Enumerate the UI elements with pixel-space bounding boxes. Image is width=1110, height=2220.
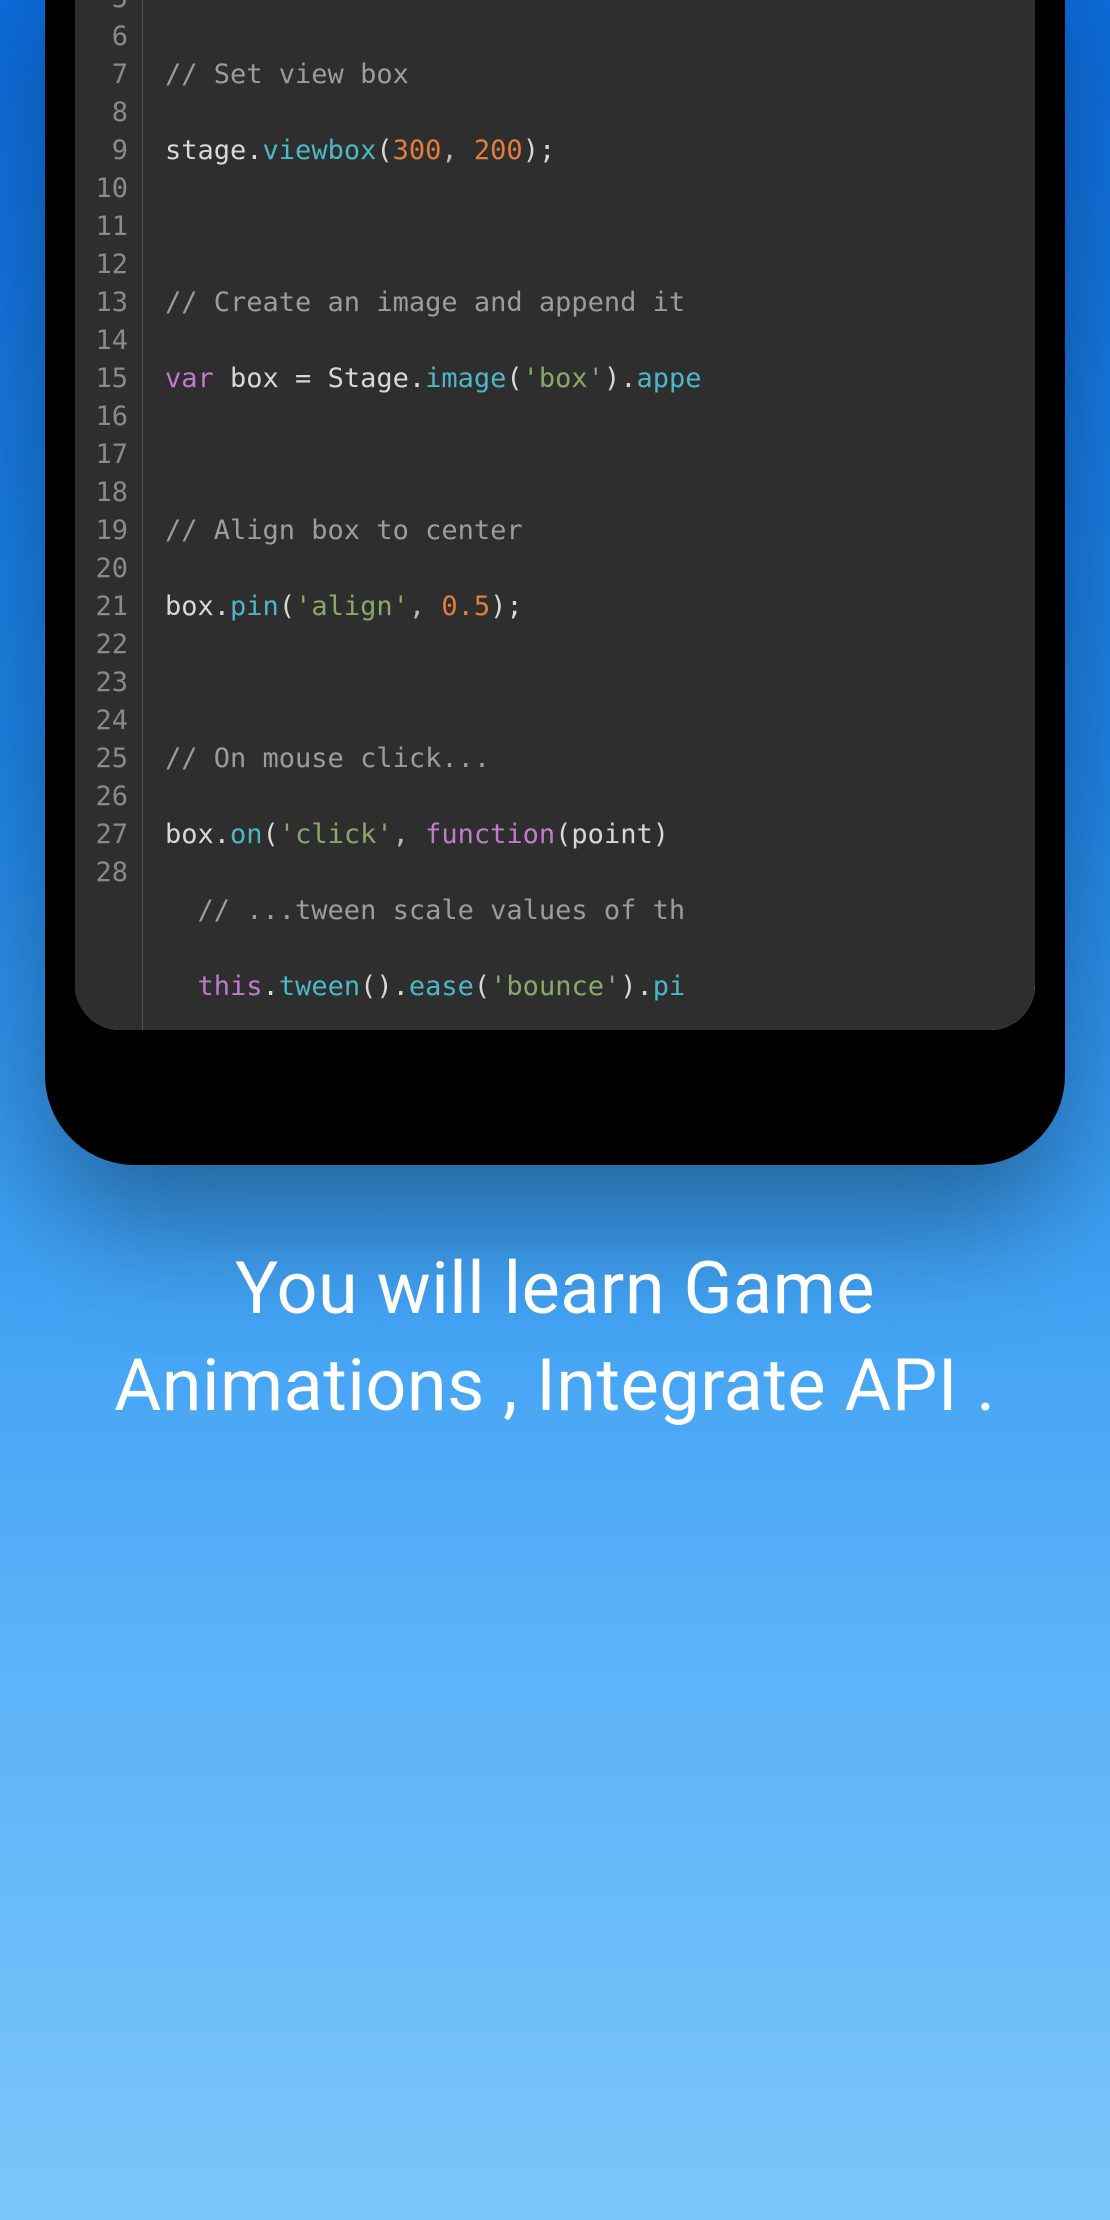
line-number: 26	[75, 778, 128, 816]
code-line: stage.viewbox(300, 200);	[165, 132, 1035, 170]
line-number: 18	[75, 474, 128, 512]
line-number: 28	[75, 854, 128, 892]
line-number: 19	[75, 512, 128, 550]
line-number: 21	[75, 588, 128, 626]
line-number: 20	[75, 550, 128, 588]
line-number-gutter: 4 5 6 7 8 9 10 11 12 13 14 15 16 17 18 1…	[75, 0, 143, 1030]
phone-frame: 4 5 6 7 8 9 10 11 12 13 14 15 16 17 18 1…	[45, 0, 1065, 1165]
line-number: 9	[75, 132, 128, 170]
line-number: 12	[75, 246, 128, 284]
code-line: // Align box to center	[165, 512, 1035, 550]
promo-caption: You will learn Game Animations , Integra…	[0, 1240, 1110, 1434]
line-number: 8	[75, 94, 128, 132]
line-number: 16	[75, 398, 128, 436]
line-number: 17	[75, 436, 128, 474]
code-line: // Create an image and append it	[165, 284, 1035, 322]
code-line: // ...tween scale values of th	[165, 892, 1035, 930]
code-line: box.on('click', function(point)	[165, 816, 1035, 854]
line-number: 24	[75, 702, 128, 740]
code-line: // On mouse click...	[165, 740, 1035, 778]
code-editor[interactable]: 4 5 6 7 8 9 10 11 12 13 14 15 16 17 18 1…	[75, 0, 1035, 1030]
code-line: this.tween().ease('bounce').pi	[165, 968, 1035, 1006]
line-number: 22	[75, 626, 128, 664]
code-line	[165, 0, 1035, 18]
line-number: 6	[75, 18, 128, 56]
screen: 4 5 6 7 8 9 10 11 12 13 14 15 16 17 18 1…	[75, 0, 1035, 1030]
line-number: 11	[75, 208, 128, 246]
code-line	[165, 208, 1035, 246]
line-number: 13	[75, 284, 128, 322]
code-line	[165, 436, 1035, 474]
line-number: 15	[75, 360, 128, 398]
line-number: 14	[75, 322, 128, 360]
code-line	[165, 664, 1035, 702]
line-number: 5	[75, 0, 128, 18]
code-line: var box = Stage.image('box').appe	[165, 360, 1035, 398]
line-number: 10	[75, 170, 128, 208]
line-number: 27	[75, 816, 128, 854]
code-content[interactable]: // Set view box stage.viewbox(300, 200);…	[143, 0, 1035, 1030]
line-number: 23	[75, 664, 128, 702]
line-number: 7	[75, 56, 128, 94]
code-line: // Set view box	[165, 56, 1035, 94]
line-number: 25	[75, 740, 128, 778]
code-line: box.pin('align', 0.5);	[165, 588, 1035, 626]
